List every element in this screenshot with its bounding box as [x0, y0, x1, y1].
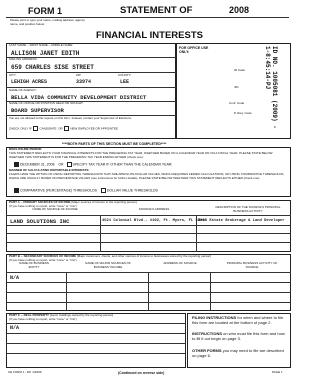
jid-label: JID — [234, 85, 239, 89]
rule — [6, 353, 186, 354]
part-a-col1: NAME OF SOURCE OF INCOME — [32, 207, 78, 211]
footer-form-id: CE FORM 1 - Eff. 1/2009 — [8, 370, 42, 374]
part-b-col1: NAME OF BUSINESS ENTITY — [19, 261, 49, 269]
new-employee-label: NEW EMPLOYEE OR APPOINTEE — [70, 126, 118, 131]
dollar-label: DOLLAR VALUE THRESHOLDS — [106, 188, 158, 193]
rule — [6, 242, 291, 243]
part-b-col4: PRINCIPAL BUSINESS ACTIVITY OF SOURCE — [226, 261, 278, 269]
part-a-description: Real Estate Brokerage & Land Developer — [198, 219, 285, 223]
rule — [6, 72, 176, 73]
agency-value: BELLA VIDA COMMUNITY DEVELOPMENT DISTRIC… — [11, 94, 147, 101]
check-label: CHECK ONLY IF — [9, 126, 32, 131]
part-b-col3: ADDRESS OF SOURCE — [163, 261, 197, 265]
rule — [6, 292, 291, 293]
agency-label: NAME OF AGENCY: — [9, 88, 37, 92]
comparative-label: COMPARATIVE (PERCENTAGE) THRESHOLDS — [20, 188, 97, 193]
county-label: COUNTY: — [118, 73, 132, 77]
part-a-col2: SOURCE'S ADDRESS — [138, 207, 170, 211]
city-label: CITY: — [9, 73, 17, 77]
conf-code-label: Conf. Code — [229, 101, 245, 105]
zip-value: 33974 — [76, 79, 92, 85]
part-b-col2: NAME OF MAJOR SOURCES OF BUSINESS' INCOM… — [85, 261, 131, 269]
rule — [6, 302, 291, 303]
rule — [6, 323, 186, 324]
county-value: LEE — [120, 79, 130, 85]
city-value: LEHIGH ACRES — [11, 79, 48, 85]
part-b-entity: N/A — [10, 275, 20, 281]
period-options: DECEMBER 31, 2008 OR SPECIFY TAX YEAR IF… — [14, 162, 274, 167]
rule — [6, 333, 186, 334]
other-forms-text: OTHER FORMS you may need to file are des… — [192, 348, 288, 358]
part-a-col3: DESCRIPTION OF THE SOURCE'S PRINCIPAL BU… — [215, 205, 281, 213]
part-c-note: (If you have nothing to report, write "n… — [9, 317, 77, 321]
specify-label: SPECIFY TAX YEAR IF OTHER THAN THE CALEN… — [72, 162, 173, 167]
preq-code-label: P. Req. Code — [234, 111, 252, 115]
form-label: FORM 1 — [28, 6, 63, 16]
rule — [6, 225, 291, 226]
name-label: LAST NAME -- FIRST NAME -- MIDDLE NAME: — [9, 43, 74, 47]
or-label: OR — [58, 126, 63, 131]
title-line2: FINANCIAL INTERESTS — [96, 30, 203, 41]
footer-page: PAGE 1 — [272, 370, 283, 374]
receipt-stamp: ID NO. 1005081 (2009) - 1-8:45:14-PJ — [264, 46, 278, 129]
threshold-options: COMPARATIVE (PERCENTAGE) THRESHOLDS DOLL… — [14, 188, 274, 193]
specify-checkbox[interactable] — [66, 162, 72, 167]
december-label: DECEMBER 31, 2008 — [20, 162, 55, 167]
name-value: ALLISON JANET EDITH — [11, 50, 80, 57]
comparative-checkbox[interactable] — [14, 188, 19, 193]
rule — [6, 343, 186, 344]
candidate-checkbox[interactable] — [33, 126, 39, 131]
instructions-banner: ****BOTH PARTS OF THIS SECTION MUST BE C… — [62, 142, 167, 146]
part-a-source-name: LAND SOLUTIONS INC — [10, 218, 70, 225]
position-value: BOARD SUPERVISOR — [11, 107, 64, 114]
address-value: 659 CHARLES SISE STREET — [11, 64, 94, 71]
part-b-subheading: [Major customers, clients, and other sou… — [76, 254, 212, 258]
instruction-text: Please print or type your name, mailing … — [10, 18, 85, 26]
candidate-label: CANDIDATE — [39, 126, 57, 131]
part-c-value: N/A — [10, 325, 20, 331]
rule — [6, 282, 291, 283]
part-a-subheading: [Major sources of income to the reportin… — [71, 200, 137, 204]
filing-instructions-text: FILING INSTRUCTIONS for when and where t… — [192, 315, 288, 325]
position-label: NAME OF OFFICE OR POSITION HELD OR SOUGH… — [9, 101, 84, 105]
manner-text: FILERS HAVE THE OPTION OF USING REPORTIN… — [9, 172, 285, 180]
rule — [6, 215, 291, 216]
new-employee-checkbox[interactable] — [64, 126, 70, 131]
address-label: MAILING ADDRESS: — [9, 57, 38, 61]
who-must-file-text: INSTRUCTIONS on who must file this form … — [192, 331, 288, 341]
december-checkbox[interactable] — [14, 162, 19, 167]
part-a-source-address: 4521 Colonial Blvd., #102, Ft. Myers, FL… — [102, 219, 207, 223]
zip-label: ZIP: — [76, 73, 82, 77]
title-line1: STATEMENT OF — [120, 5, 193, 16]
disclosure-text: THIS STATEMENT REFLECTS YOUR FINANCIAL I… — [9, 151, 273, 159]
footer-continued: (Continued on reverse side) — [118, 371, 165, 375]
dollar-checkbox[interactable] — [100, 188, 106, 193]
office-use-label: FOR OFFICE USE ONLY: — [179, 46, 209, 54]
rule — [6, 233, 291, 234]
id-code-label: ID Code — [234, 68, 246, 72]
period-or-label: OR — [58, 162, 64, 167]
year: 2008 — [229, 5, 250, 15]
